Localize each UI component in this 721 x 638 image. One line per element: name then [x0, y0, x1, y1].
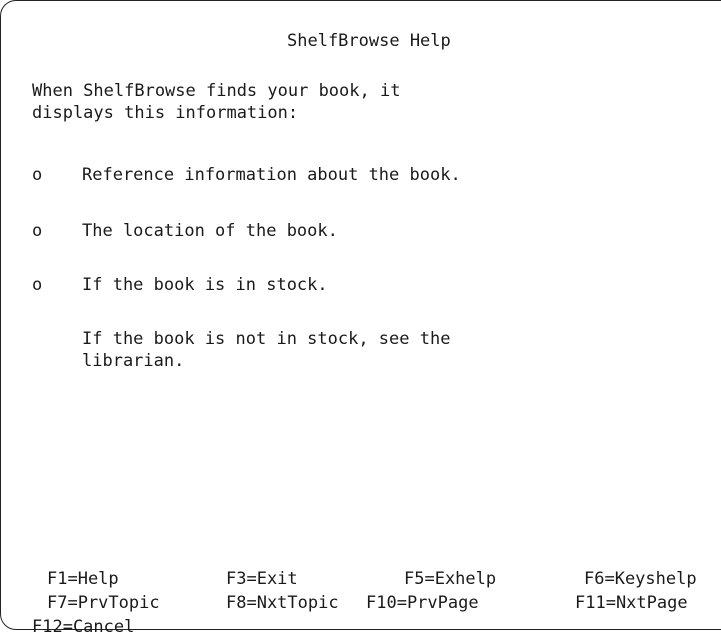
stock-note: If the book is not in stock, see the lib…	[82, 328, 450, 372]
stock-note-line-1: If the book is not in stock, see the	[82, 329, 451, 349]
f1-help-key[interactable]: F1=Help	[47, 568, 119, 590]
bullet-marker: o	[32, 165, 43, 185]
page-title: ShelfBrowse Help	[287, 31, 451, 51]
intro-line-2: displays this information:	[32, 103, 299, 123]
bullet-marker: o	[32, 275, 43, 295]
f10-prvpage-key[interactable]: F10=PrvPage	[366, 592, 479, 614]
bullet-location: The location of the book.	[82, 221, 338, 241]
f7-prvtopic-key[interactable]: F7=PrvTopic	[47, 592, 160, 614]
f5-exhelp-key[interactable]: F5=Exhelp	[404, 568, 496, 590]
f8-nxttopic-key[interactable]: F8=NxtTopic	[226, 592, 339, 614]
intro-line-1: When ShelfBrowse finds your book, it	[32, 81, 401, 101]
stock-note-line-2: librarian.	[82, 351, 185, 371]
intro-text: When ShelfBrowse finds your book, it dis…	[32, 80, 400, 124]
bullet-marker: o	[32, 221, 43, 241]
f3-exit-key[interactable]: F3=Exit	[226, 568, 298, 590]
f11-nxtpage-key[interactable]: F11=NxtPage	[575, 592, 688, 614]
bullet-in-stock: If the book is in stock.	[82, 275, 328, 295]
f12-cancel-key[interactable]: F12=Cancel	[32, 616, 134, 638]
f6-keyshelp-key[interactable]: F6=Keyshelp	[584, 568, 697, 590]
bullet-reference-info: Reference information about the book.	[82, 165, 461, 185]
